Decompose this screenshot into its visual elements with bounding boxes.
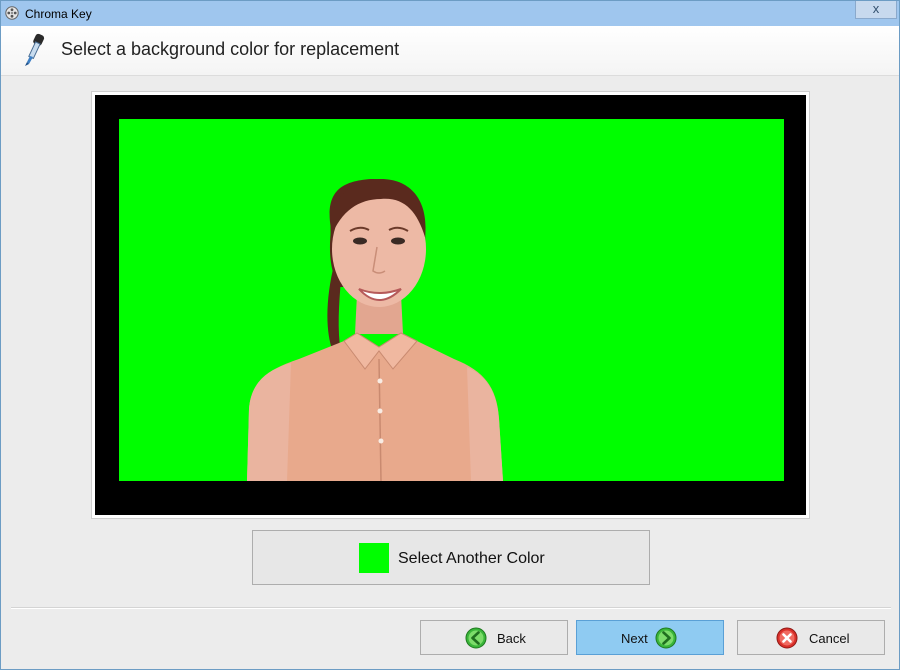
chroma-key-window: Chroma Key x Select a background color f… [0,0,900,670]
arrow-left-icon [465,627,487,649]
next-button[interactable]: Next [576,620,724,655]
back-label: Back [497,631,526,646]
eyedropper-icon [25,33,45,66]
next-label: Next [621,631,648,646]
preview-image [119,119,784,481]
footer-divider [11,607,891,609]
cancel-label: Cancel [809,631,850,646]
cancel-x-icon [776,627,798,649]
select-another-color-label: Select Another Color [398,550,545,567]
presenter-figure [247,179,503,481]
title-bar[interactable]: Chroma Key x [1,1,899,26]
preview-letterbox [95,95,806,515]
back-button[interactable]: Back [420,620,568,655]
film-reel-icon [5,6,19,20]
preview-frame [91,91,810,519]
page-title: Select a background color for replacemen… [61,39,400,59]
arrow-right-icon [655,627,677,649]
wizard-header: Select a background color for replacemen… [1,26,899,76]
close-button[interactable]: x [855,1,897,19]
close-icon: x [872,1,880,16]
color-swatch [359,543,389,573]
select-another-color-button[interactable]: Select Another Color [252,530,650,585]
cancel-button[interactable]: Cancel [737,620,885,655]
window-title: Chroma Key [25,7,92,21]
